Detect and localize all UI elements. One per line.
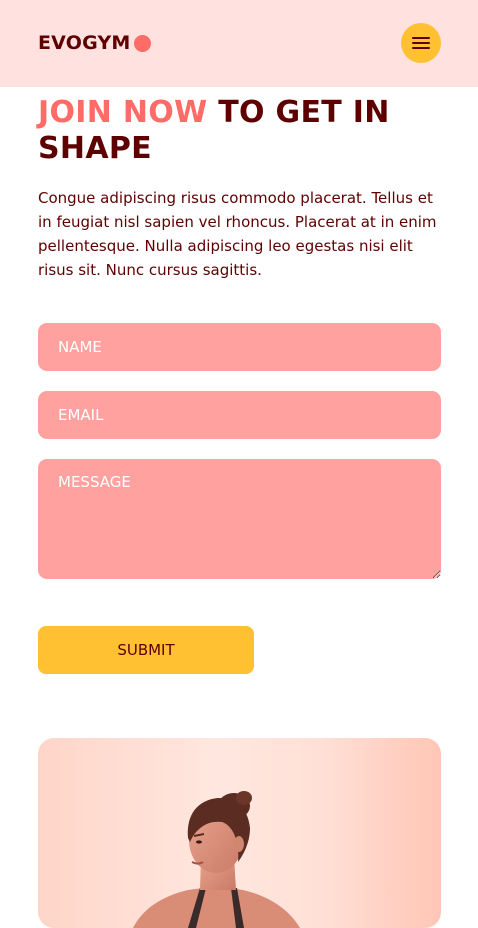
hamburger-menu-icon [412,37,430,49]
logo-text: EVOGYM [38,32,131,54]
submit-button[interactable]: SUBMIT [38,626,254,674]
woman-photo [38,738,441,928]
navbar: EVOGYM [0,0,478,87]
logo-dot-icon [133,34,151,52]
menu-button[interactable] [401,23,441,63]
name-field[interactable] [38,323,441,371]
message-field[interactable] [38,459,441,579]
intro-paragraph: Congue adipiscing risus commodo placerat… [38,189,437,279]
logo[interactable]: EVOGYM [38,31,151,55]
woman-photo-illustration [133,791,300,928]
page-title: JOIN NOW TO GET IN SHAPE [38,95,443,167]
page-title-accent: JOIN NOW [38,95,208,130]
email-field[interactable] [38,391,441,439]
